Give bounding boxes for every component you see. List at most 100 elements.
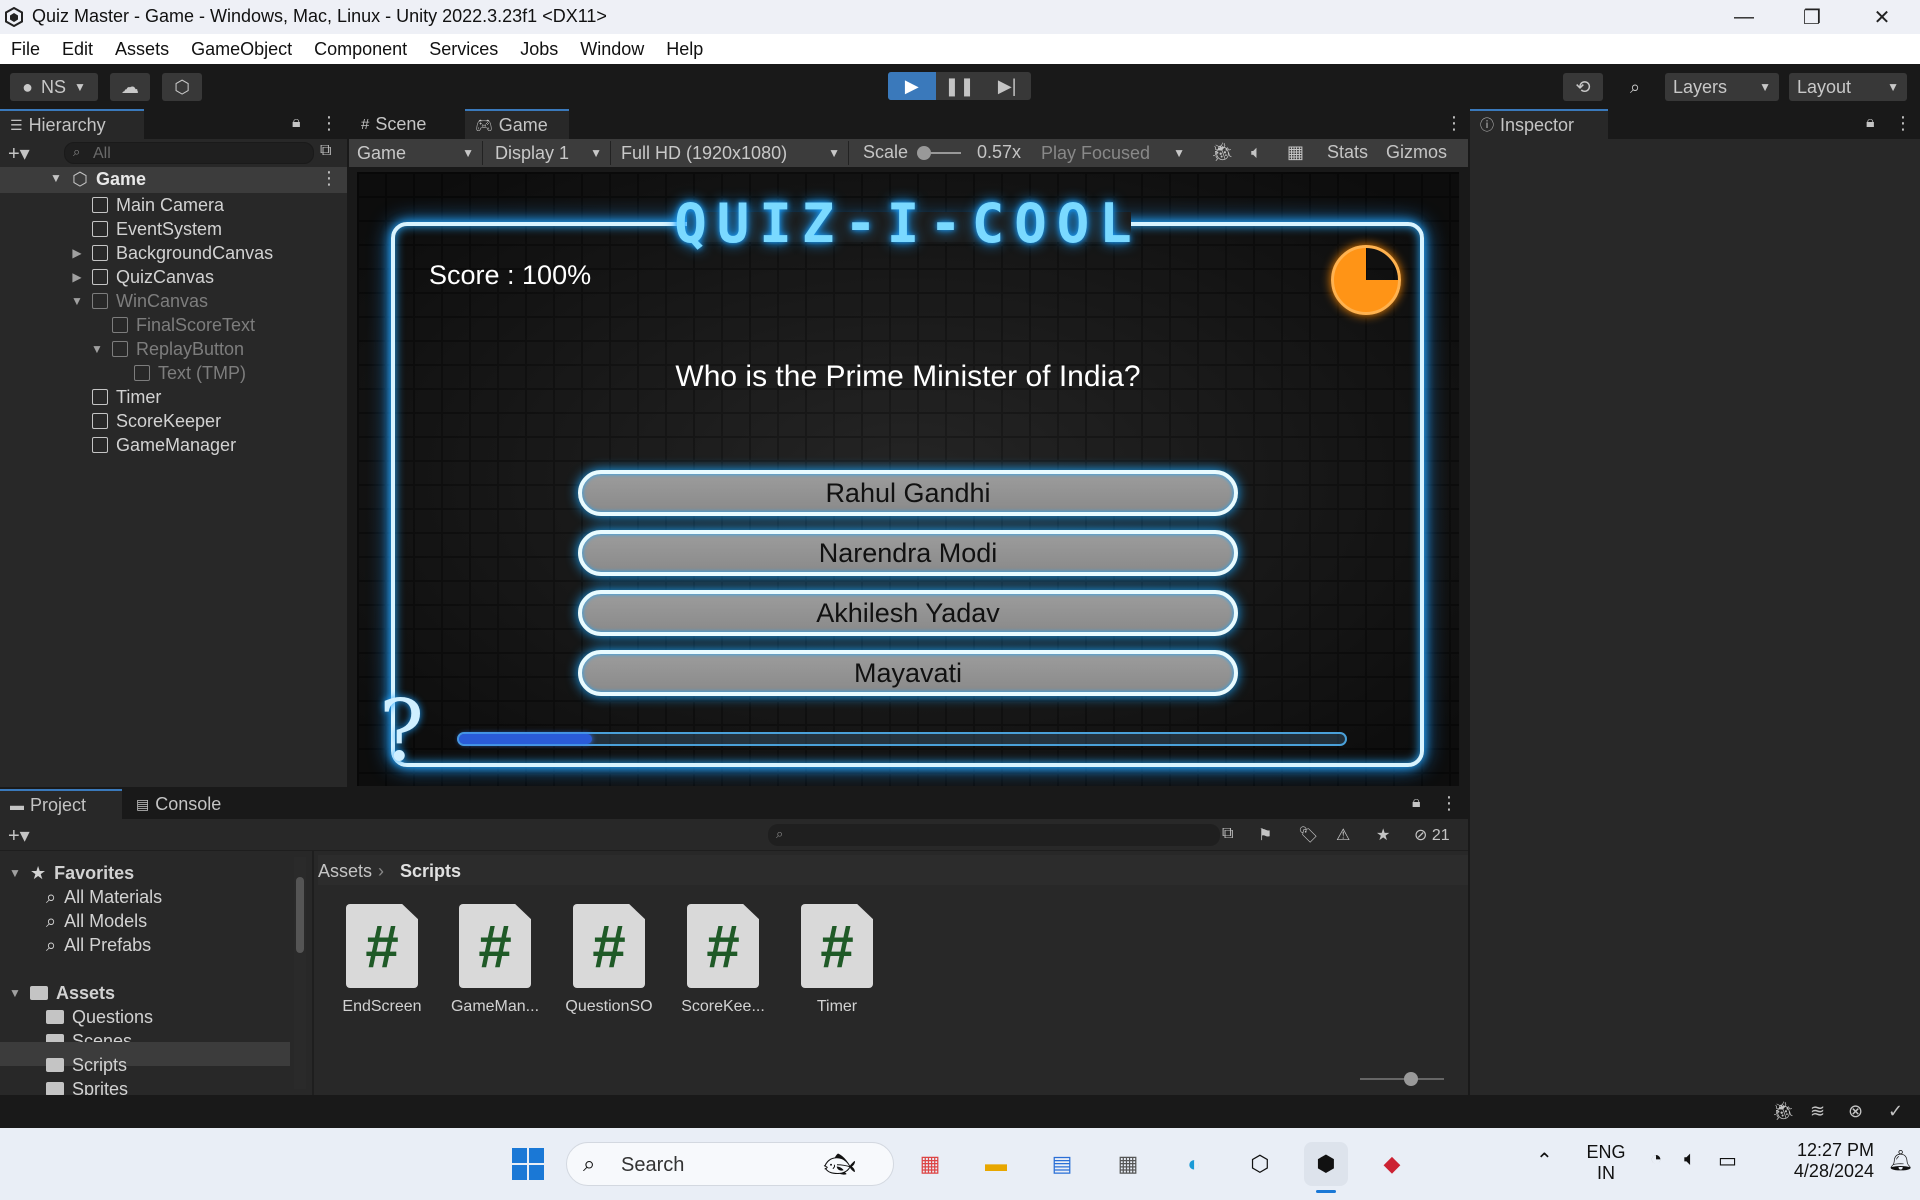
hierarchy-item[interactable]: Text (TMP) (134, 361, 246, 385)
menu-jobs[interactable]: Jobs (509, 39, 569, 60)
collapse-arrow-icon[interactable]: ▼ (90, 342, 104, 356)
file-explorer-icon[interactable]: ▬ (974, 1142, 1018, 1186)
tab-scene[interactable]: # Scene (351, 109, 463, 139)
unity-editor-icon[interactable]: ⬢ (1304, 1142, 1348, 1186)
hierarchy-item[interactable]: ScoreKeeper (92, 409, 221, 433)
add-icon[interactable]: +▾ (8, 823, 30, 848)
icon-size-slider-handle[interactable] (1404, 1072, 1418, 1086)
warning-icon[interactable]: ⚠ (1336, 825, 1350, 845)
hierarchy-item[interactable]: GameManager (92, 433, 236, 457)
more-options-icon[interactable]: ⋮ (320, 168, 338, 189)
menu-file[interactable]: File (0, 39, 51, 60)
start-button[interactable] (506, 1142, 550, 1186)
layers-dropdown[interactable]: Layers ▼ (1665, 73, 1779, 101)
tab-hierarchy[interactable]: ☰ Hierarchy (0, 109, 144, 139)
assets-header[interactable]: ▼ Assets (8, 981, 115, 1005)
step-button[interactable]: ▶| (983, 72, 1031, 100)
more-options-icon[interactable]: ⋮ (320, 113, 338, 134)
search-options-icon[interactable]: ⧉ (1222, 825, 1233, 843)
search-options-icon[interactable]: ⧉ (320, 142, 331, 160)
calculator-icon[interactable]: ▦ (1106, 1142, 1150, 1186)
project-tree-scrollbar[interactable] (294, 857, 306, 1089)
grid-icon[interactable]: ▦ (1287, 142, 1304, 163)
resolution-dropdown[interactable]: Full HD (1920x1080) ▼ (613, 141, 849, 165)
scale-slider-handle[interactable] (917, 146, 931, 160)
more-options-icon[interactable]: ⋮ (1440, 793, 1458, 814)
script-asset[interactable]: # Timer (787, 904, 887, 1016)
speaker-icon[interactable]: 🔈︎ (1251, 142, 1262, 163)
breadcrumb-root[interactable]: Assets (318, 861, 372, 882)
lock-icon[interactable]: 🔒︎ (292, 114, 301, 132)
hierarchy-item[interactable]: ▶ QuizCanvas (70, 265, 214, 289)
more-options-icon[interactable]: ⋮ (1894, 113, 1912, 134)
menu-window[interactable]: Window (569, 39, 655, 60)
display-dropdown[interactable]: Display 1 ▼ (487, 141, 611, 165)
network-icon[interactable]: ⊗ (1848, 1101, 1863, 1122)
history-button[interactable]: ⟲ (1563, 73, 1603, 101)
play-focused-dropdown[interactable]: Play Focused ▼ (1033, 141, 1193, 165)
notification-bell-icon[interactable]: 🔔︎ (1888, 1148, 1913, 1173)
favorite-item[interactable]: ⌕ All Materials (46, 885, 162, 909)
hierarchy-search-input[interactable]: ⌕ All (64, 142, 314, 164)
expand-arrow-icon[interactable]: ▶ (70, 246, 84, 260)
favorites-header[interactable]: ▼ ★ Favorites (8, 861, 134, 885)
clock[interactable]: 12:27 PM 4/28/2024 (1764, 1140, 1874, 1182)
close-button[interactable]: ✕ (1848, 0, 1916, 34)
project-search-input[interactable]: ⌕ (768, 824, 1220, 846)
breadcrumb-current[interactable]: Scripts (400, 861, 461, 882)
unity-hub-icon[interactable]: ⬡ (1238, 1142, 1282, 1186)
icon-size-slider[interactable] (1360, 1072, 1444, 1086)
volume-icon[interactable]: 🔈︎ (1684, 1148, 1696, 1171)
script-asset[interactable]: # ScoreKee... (673, 904, 773, 1016)
expand-arrow-icon[interactable]: ▶ (70, 270, 84, 284)
answer-button-2[interactable]: Narendra Modi (578, 530, 1238, 576)
bug-icon[interactable]: 🐞︎ (1211, 142, 1234, 163)
account-button[interactable]: ● NS ▼ (10, 73, 98, 101)
game-viewport[interactable]: QUIZ-I-COOL Score : 100% Who is the Prim… (357, 172, 1459, 786)
answer-button-3[interactable]: Akhilesh Yadav (578, 590, 1238, 636)
search-button[interactable]: ⌕ (1615, 73, 1655, 101)
star-icon[interactable]: ★ (1376, 825, 1390, 845)
debug-icon[interactable]: 🐞︎ (1772, 1101, 1795, 1122)
layout-dropdown[interactable]: Layout ▼ (1789, 73, 1907, 101)
pause-button[interactable]: ❚❚ (936, 72, 984, 100)
menu-gameobject[interactable]: GameObject (180, 39, 303, 60)
game-launcher-icon[interactable]: ◆ (1370, 1142, 1414, 1186)
answer-button-1[interactable]: Rahul Gandhi (578, 470, 1238, 516)
battery-icon[interactable]: ▭ (1718, 1148, 1737, 1173)
script-asset[interactable]: # GameMan... (445, 904, 545, 1016)
hierarchy-item[interactable]: ▶ BackgroundCanvas (70, 241, 273, 265)
menu-edit[interactable]: Edit (51, 39, 104, 60)
cloud-button[interactable]: ☁ (110, 73, 150, 101)
menu-services[interactable]: Services (418, 39, 509, 60)
language-indicator[interactable]: ENG IN (1584, 1142, 1628, 1184)
folder-item[interactable]: Questions (46, 1005, 153, 1029)
menu-assets[interactable]: Assets (104, 39, 180, 60)
script-asset[interactable]: # QuestionSO (559, 904, 659, 1016)
edge-icon[interactable]: ◐ (1172, 1142, 1216, 1186)
lock-icon[interactable]: 🔒︎ (1412, 794, 1421, 812)
answer-button-4[interactable]: Mayavati (578, 650, 1238, 696)
expand-arrow-icon[interactable]: ▼ (50, 171, 62, 185)
restore-button[interactable]: ❐ (1778, 0, 1846, 34)
splitter[interactable] (312, 851, 314, 1095)
tab-game[interactable]: 🎮︎ Game (465, 109, 569, 139)
wifi-icon[interactable]: ◔ (1650, 1148, 1662, 1171)
cache-icon[interactable]: ≋ (1810, 1101, 1825, 1122)
more-options-icon[interactable]: ⋮ (1445, 113, 1463, 134)
store-icon[interactable]: ▦ (908, 1142, 952, 1186)
folder-item-selected[interactable]: Scripts (46, 1053, 127, 1077)
tab-inspector[interactable]: ⓘ Inspector (1470, 109, 1608, 139)
hierarchy-item[interactable]: Timer (92, 385, 161, 409)
hierarchy-item[interactable]: ▼ WinCanvas (70, 289, 208, 313)
minimize-button[interactable]: — (1710, 0, 1778, 34)
add-icon[interactable]: +▾ (8, 141, 30, 166)
menu-component[interactable]: Component (303, 39, 418, 60)
game-mode-dropdown[interactable]: Game ▼ (349, 141, 483, 165)
scale-slider[interactable] (917, 146, 961, 160)
favorite-item[interactable]: ⌕ All Models (46, 909, 147, 933)
chevron-up-icon[interactable]: ⌃ (1536, 1148, 1553, 1173)
tab-console[interactable]: ▤ Console (126, 789, 256, 819)
taskbar-search[interactable]: ⌕ Search 🐟︎ (566, 1142, 894, 1186)
hidden-packages-button[interactable]: ⊘ 21 (1414, 825, 1450, 845)
